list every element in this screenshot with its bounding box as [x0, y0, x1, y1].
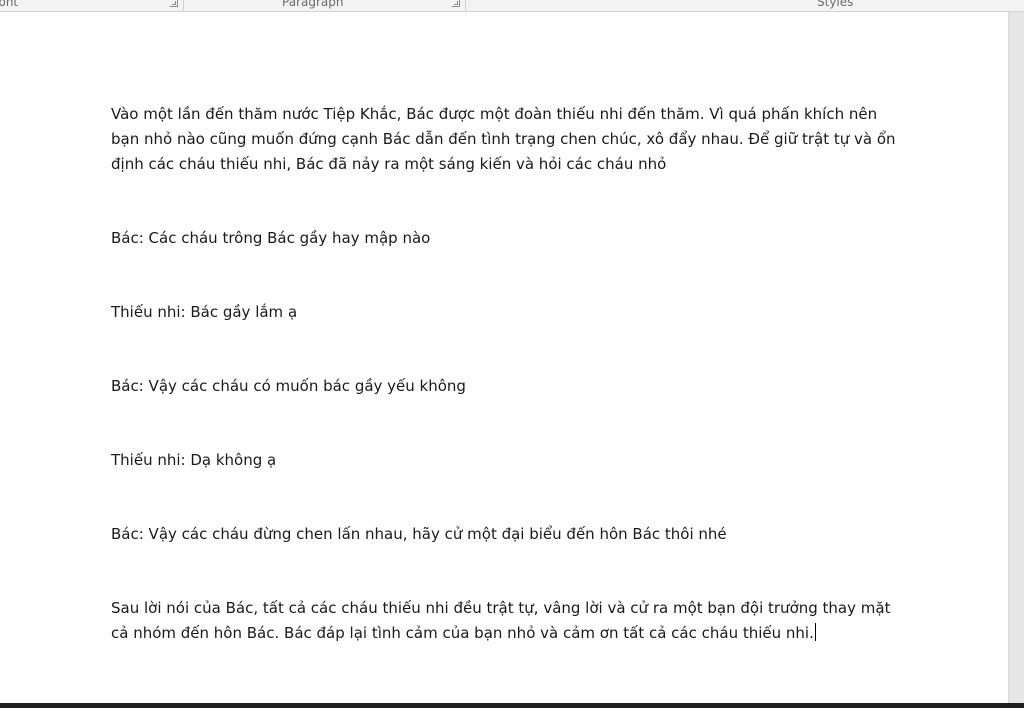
ribbon-group-styles-label: Styles: [817, 0, 854, 9]
ribbon-group-labels: Font Paragraph Styles: [0, 0, 1024, 12]
document-body[interactable]: Vào một lần đến thăm nước Tiệp Khắc, Bác…: [111, 102, 901, 646]
window-bottom-edge: [0, 703, 1024, 708]
ribbon-separator: [183, 0, 184, 11]
ribbon-group-font-label: Font: [0, 0, 19, 9]
paragraph-dialogue-4[interactable]: Thiếu nhi: Dạ không ạ: [111, 448, 901, 473]
document-workspace: Vào một lần đến thăm nước Tiệp Khắc, Bác…: [0, 12, 1024, 703]
paragraph-dialogue-5[interactable]: Bác: Vậy các cháu đừng chen lấn nhau, hã…: [111, 522, 901, 547]
ribbon-group-paragraph-label: Paragraph: [282, 0, 344, 9]
paragraph-conclusion[interactable]: Sau lời nói của Bác, tất cả các cháu thi…: [111, 596, 901, 646]
font-dialog-launcher-icon[interactable]: [170, 0, 178, 7]
vertical-scrollbar[interactable]: [1008, 12, 1024, 703]
paragraph-dialogue-3[interactable]: Bác: Vậy các cháu có muốn bác gầy yếu kh…: [111, 374, 901, 399]
paragraph-conclusion-text: Sau lời nói của Bác, tất cả các cháu thi…: [111, 599, 891, 642]
paragraph-intro[interactable]: Vào một lần đến thăm nước Tiệp Khắc, Bác…: [111, 102, 901, 177]
text-cursor: [814, 623, 816, 641]
ribbon-separator: [465, 0, 466, 11]
paragraph-dialog-launcher-icon[interactable]: [452, 0, 460, 7]
paragraph-dialogue-1[interactable]: Bác: Các cháu trông Bác gầy hay mập nào: [111, 226, 901, 251]
document-page[interactable]: Vào một lần đến thăm nước Tiệp Khắc, Bác…: [0, 12, 1008, 703]
paragraph-dialogue-2[interactable]: Thiếu nhi: Bác gầy lắm ạ: [111, 300, 901, 325]
